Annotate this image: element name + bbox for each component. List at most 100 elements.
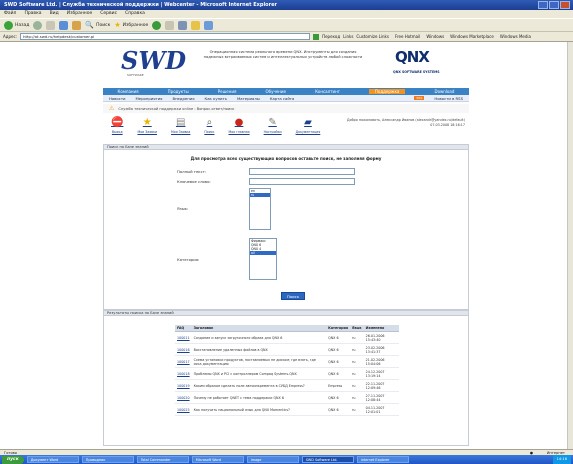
table-row: 100017 Схема установки продуктов, постав…: [175, 355, 399, 368]
menu-view[interactable]: Вид: [50, 11, 59, 17]
close-button[interactable]: [560, 1, 570, 9]
subnav-buy[interactable]: Как купить: [205, 96, 227, 101]
link-media[interactable]: Windows Media: [500, 34, 531, 39]
mail-icon[interactable]: [165, 20, 175, 30]
star-icon: ★: [142, 117, 152, 128]
nav-consulting[interactable]: Консалтинг: [315, 89, 340, 94]
logout-label: Выход: [111, 130, 123, 134]
window-controls: [538, 1, 570, 9]
refresh-icon[interactable]: [59, 20, 69, 30]
user-info: Добро пожаловать, Александр Иванов (alex…: [323, 118, 465, 127]
link-hotmail[interactable]: Free Hotmail: [395, 34, 420, 39]
search-submit-button[interactable]: Поиск: [281, 292, 305, 300]
logout-button[interactable]: ⛔ Выход: [111, 117, 123, 134]
my-tickets-label: Мои Заявки: [137, 130, 158, 134]
faq-category: QNX 6: [326, 355, 350, 368]
back-button[interactable]: Назад: [4, 20, 29, 30]
book-icon: ▰: [304, 117, 312, 128]
menu-favorites[interactable]: Избранное: [67, 11, 93, 17]
language-option-selected[interactable]: ru: [250, 193, 270, 197]
my-ticket-button[interactable]: ▤ Моя Заявка: [171, 117, 190, 134]
taskbar-item[interactable]: Total Commander: [136, 456, 189, 463]
nav-company[interactable]: Компания: [118, 89, 139, 94]
menu-edit[interactable]: Правка: [24, 11, 41, 17]
rss-icon[interactable]: RSS: [414, 96, 425, 100]
faq-changed: 21.02.2006 15:04:06: [363, 355, 399, 368]
vertical-scrollbar[interactable]: [567, 42, 573, 449]
faq-id-link[interactable]: 100020: [175, 391, 192, 404]
qnx-logo[interactable]: QNX: [395, 48, 430, 66]
link-marketplace[interactable]: Windows Marketplace: [450, 34, 494, 39]
user-date: 07.03.2008 18:16:17: [430, 122, 465, 127]
star-icon: ★: [114, 21, 121, 29]
faq-lang: ru: [349, 403, 364, 416]
search-button[interactable]: 🔍 Поиск: [85, 21, 110, 29]
faq-id-link[interactable]: 100019: [175, 379, 192, 392]
qnx-logo-sub: QNX SOFTWARE SYSTEMS: [393, 70, 440, 74]
table-row: 100019 Каким образом сделать поле автоин…: [175, 379, 399, 392]
faq-changed: 04.11.2007 12:01:01: [363, 403, 399, 416]
docs-button[interactable]: ▰ Документация: [296, 117, 321, 134]
taskbar-item-active[interactable]: SWD Software Ltd.: [301, 456, 354, 463]
category-label: Категория:: [177, 257, 200, 262]
faq-id-link[interactable]: 100025: [175, 403, 192, 416]
maximize-button[interactable]: [549, 1, 559, 9]
faq-lang: ru: [349, 379, 364, 392]
nav-download[interactable]: Download: [434, 89, 454, 94]
go-button[interactable]: Переход: [322, 34, 340, 39]
wrench-icon: ✎: [268, 117, 277, 128]
faq-id-link[interactable]: 100018: [175, 367, 192, 380]
minimize-button[interactable]: [538, 1, 548, 9]
menu-help[interactable]: Справка: [125, 11, 145, 17]
search-nav-button[interactable]: ⌕ Поиск: [204, 117, 214, 134]
nav-solutions[interactable]: Решения: [218, 89, 237, 94]
taskbar-item[interactable]: Проводник: [81, 456, 134, 463]
subnav-news[interactable]: Новости: [109, 96, 126, 101]
rss-link[interactable]: Новости в RSS: [434, 96, 463, 101]
taskbar-item[interactable]: Image: [246, 456, 299, 463]
menu-tools[interactable]: Сервис: [100, 11, 117, 17]
swd-logo[interactable]: SWD: [121, 46, 186, 75]
nav-training[interactable]: Обучение: [265, 89, 285, 94]
faq-title: Как получить национальный язык для QNX M…: [191, 403, 327, 416]
subnav-sitemap[interactable]: Карта сайта: [270, 96, 295, 101]
subnav-materials[interactable]: Материалы: [237, 96, 260, 101]
nav-support[interactable]: Поддержка: [368, 89, 406, 94]
category-select[interactable]: Фирмакс QNX 6 QNX 4 all: [249, 238, 277, 280]
print-icon[interactable]: [178, 20, 188, 30]
language-select[interactable]: en ru: [249, 188, 271, 230]
fulltext-input[interactable]: [249, 168, 355, 175]
taskbar-item[interactable]: Microsoft Word: [191, 456, 244, 463]
main-nav: Компания Продукты Решения Обучение Конса…: [103, 88, 469, 95]
faq-category: QNX 6: [326, 367, 350, 380]
faq-id-link[interactable]: 100011: [175, 331, 192, 344]
faq-lang: ru: [349, 391, 364, 404]
folder-icon[interactable]: [191, 20, 201, 30]
settings-button[interactable]: ✎ Настройки: [264, 117, 282, 134]
faq-id-link[interactable]: 100017: [175, 355, 192, 368]
taskbar-item[interactable]: Internet Explorer: [356, 456, 409, 463]
start-button[interactable]: пуск: [2, 455, 24, 464]
home-icon[interactable]: [72, 20, 82, 30]
link-customize[interactable]: Customize Links: [356, 34, 389, 39]
address-input[interactable]: http://ot.swd.ru/helpdesk/customer.pl: [20, 33, 311, 40]
my-home-button[interactable]: ● Моя главная: [228, 117, 249, 134]
menu-file[interactable]: Файл: [4, 11, 16, 17]
keywords-input[interactable]: [249, 178, 355, 185]
faq-id-link[interactable]: 100016: [175, 343, 192, 356]
stop-icon[interactable]: [46, 20, 56, 30]
my-tickets-button[interactable]: ★ Мои Заявки: [137, 117, 157, 134]
favorites-button[interactable]: ★ Избранное: [114, 21, 148, 29]
faq-lang: ru: [349, 367, 364, 380]
nav-products[interactable]: Продукты: [168, 89, 189, 94]
history-icon[interactable]: [152, 20, 162, 30]
link-windows[interactable]: Windows: [426, 34, 444, 39]
subnav-events[interactable]: Мероприятия: [136, 96, 163, 101]
taskbar-item[interactable]: Документ Word: [26, 456, 79, 463]
faq-category: QNX 6: [326, 391, 350, 404]
go-icon[interactable]: [313, 33, 320, 40]
category-option-selected[interactable]: all: [250, 251, 276, 255]
subnav-deployments[interactable]: Внедрения: [172, 96, 194, 101]
forward-arrow-icon[interactable]: [33, 20, 43, 30]
messenger-icon[interactable]: [204, 20, 214, 30]
